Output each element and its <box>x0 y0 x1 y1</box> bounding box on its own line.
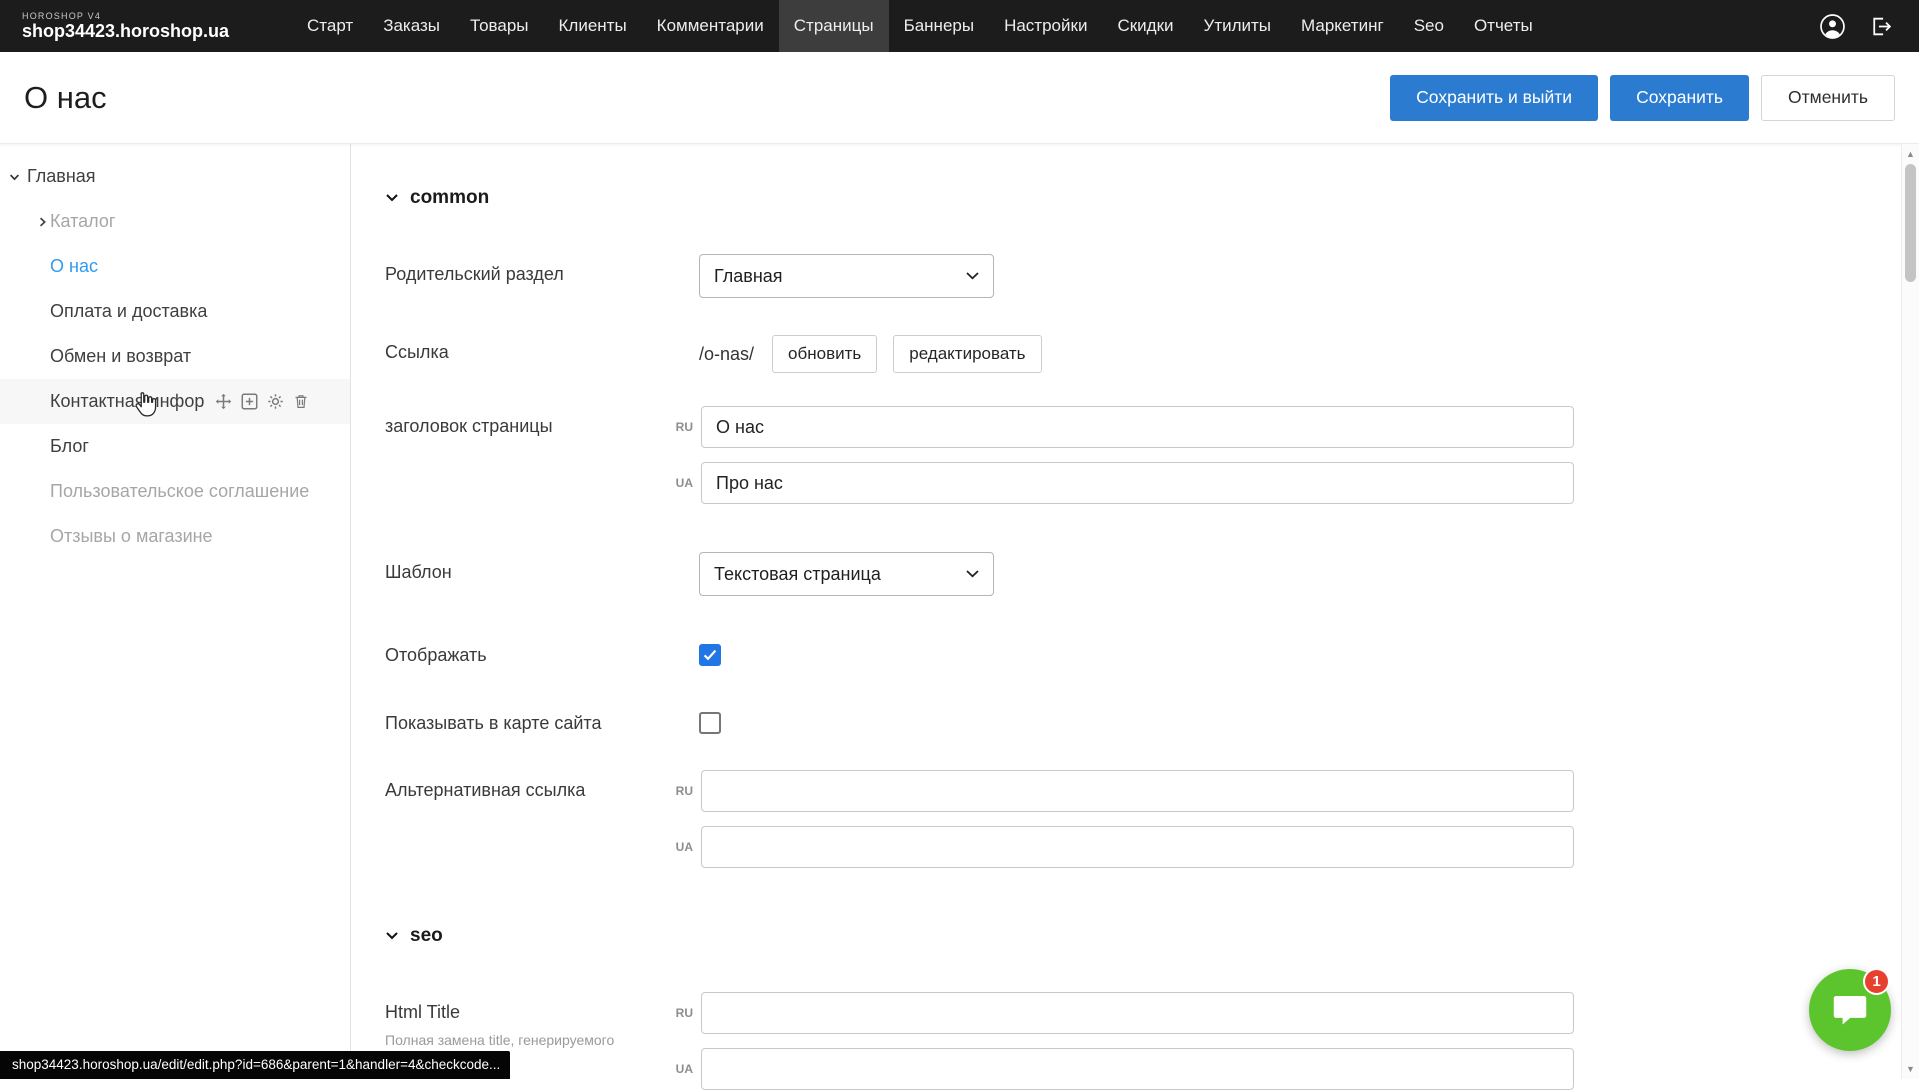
lang-tag-ua: UA <box>669 476 693 490</box>
html-title-hint: Полная замена title, генерируемого <box>385 1032 669 1049</box>
nav-item-discounts[interactable]: Скидки <box>1102 0 1188 52</box>
template-row: Шаблон Текстовая страница <box>385 552 1919 596</box>
save-and-exit-button[interactable]: Сохранить и выйти <box>1390 75 1598 121</box>
template-label: Шаблон <box>385 552 699 583</box>
nav-item-reports[interactable]: Отчеты <box>1459 0 1548 52</box>
refresh-link-button[interactable]: обновить <box>772 335 877 373</box>
section-header-seo[interactable]: seo <box>385 924 1919 948</box>
alt-link-ru-input[interactable] <box>701 770 1574 812</box>
tree-item-katalog[interactable]: Каталог <box>0 199 350 244</box>
link-path: /o-nas/ <box>699 344 754 365</box>
page-title-ua-input[interactable] <box>701 462 1574 504</box>
content-area: Главная Каталог О нас Оплата и доставка … <box>0 144 1919 1079</box>
chat-bubble-icon <box>1830 992 1870 1029</box>
tree-item-kontaktnaya[interactable]: Контактная инфор <box>0 379 350 424</box>
tree-item-oplata[interactable]: Оплата и доставка <box>0 289 350 334</box>
html-title-ua-input[interactable] <box>701 1048 1574 1090</box>
page-title: О нас <box>24 80 107 116</box>
nav-item-settings[interactable]: Настройки <box>989 0 1102 52</box>
tree-item-polzovatelskoe[interactable]: Пользовательское соглашение <box>0 469 350 514</box>
alt-link-label: Альтернативная ссылка <box>385 770 669 801</box>
chevron-down-icon <box>385 193 399 203</box>
sitemap-checkbox[interactable] <box>699 712 721 734</box>
chevron-right-icon[interactable] <box>36 215 49 228</box>
save-button[interactable]: Сохранить <box>1610 75 1749 121</box>
pages-tree-sidebar: Главная Каталог О нас Оплата и доставка … <box>0 144 351 1079</box>
sitemap-row: Показывать в карте сайта <box>385 712 1919 734</box>
lang-tag-ua: UA <box>669 840 693 854</box>
lang-tag-ua: UA <box>669 1062 693 1076</box>
settings-gear-icon[interactable] <box>267 393 284 410</box>
chevron-down-icon[interactable] <box>8 170 21 183</box>
chat-launcher-button[interactable]: 1 <box>1809 969 1891 1051</box>
html-title-row: Html Title Полная замена title, генериру… <box>385 992 1919 1090</box>
page-title-row: заголовок страницы RU UA <box>385 406 1919 504</box>
nav-item-clients[interactable]: Клиенты <box>544 0 642 52</box>
edit-link-button[interactable]: редактировать <box>893 335 1041 373</box>
chat-unread-badge: 1 <box>1863 968 1890 995</box>
chevron-down-icon <box>966 272 979 280</box>
display-row: Отображать <box>385 644 1919 666</box>
html-title-ru-input[interactable] <box>701 992 1574 1034</box>
scroll-down-arrow[interactable]: ▼ <box>1902 1061 1919 1077</box>
brand-version: HOROSHOP V4 <box>22 11 292 21</box>
delete-trash-icon[interactable] <box>293 393 309 410</box>
cancel-button[interactable]: Отменить <box>1761 75 1895 121</box>
scrollbar-thumb[interactable] <box>1905 164 1916 282</box>
alt-link-row: Альтернативная ссылка RU UA <box>385 770 1919 868</box>
brand-logo[interactable]: HOROSHOP V4 shop34423.horoshop.ua <box>0 0 292 52</box>
tree-item-blog[interactable]: Блог <box>0 424 350 469</box>
nav-item-marketing[interactable]: Маркетинг <box>1286 0 1399 52</box>
nav-item-utilities[interactable]: Утилиты <box>1189 0 1287 52</box>
nav-item-start[interactable]: Старт <box>292 0 368 52</box>
tree-item-otzyvy[interactable]: Отзывы о магазине <box>0 514 350 559</box>
nav-item-banners[interactable]: Баннеры <box>889 0 990 52</box>
page-edit-form: common Родительский раздел Главная Ссылк… <box>351 144 1919 1079</box>
html-title-label: Html Title Полная замена title, генериру… <box>385 992 669 1049</box>
tree-item-o-nas[interactable]: О нас <box>0 244 350 289</box>
display-checkbox[interactable] <box>699 644 721 666</box>
lang-tag-ru: RU <box>669 1006 693 1020</box>
page-title-label: заголовок страницы <box>385 406 669 437</box>
vertical-scrollbar[interactable]: ▲ ▼ <box>1901 144 1919 1079</box>
nav-item-products[interactable]: Товары <box>455 0 543 52</box>
parent-section-row: Родительский раздел Главная <box>385 254 1919 298</box>
brand-domain: shop34423.horoshop.ua <box>22 21 292 42</box>
sitemap-label: Показывать в карте сайта <box>385 713 699 734</box>
tree-item-glavnaya[interactable]: Главная <box>0 154 350 199</box>
chevron-down-icon <box>966 570 979 578</box>
nav-item-seo[interactable]: Seo <box>1399 0 1459 52</box>
nav-item-pages[interactable]: Страницы <box>779 0 889 52</box>
status-link-preview: shop34423.horoshop.ua/edit/edit.php?id=6… <box>0 1051 510 1079</box>
lang-tag-ru: RU <box>669 420 693 434</box>
section-header-common[interactable]: common <box>385 186 1919 210</box>
add-page-icon[interactable] <box>241 393 258 410</box>
link-label: Ссылка <box>385 332 699 363</box>
page-header: О нас Сохранить и выйти Сохранить Отмени… <box>0 52 1919 144</box>
lang-tag-ru: RU <box>669 784 693 798</box>
alt-link-ua-input[interactable] <box>701 826 1574 868</box>
template-select[interactable]: Текстовая страница <box>699 552 994 596</box>
logout-icon[interactable] <box>1868 14 1893 39</box>
parent-section-label: Родительский раздел <box>385 254 699 285</box>
top-nav-menu: Старт Заказы Товары Клиенты Комментарии … <box>292 0 1548 52</box>
parent-section-select[interactable]: Главная <box>699 254 994 298</box>
display-label: Отображать <box>385 645 699 666</box>
nav-item-comments[interactable]: Комментарии <box>642 0 779 52</box>
account-icon[interactable] <box>1819 13 1846 40</box>
scroll-up-arrow[interactable]: ▲ <box>1902 146 1919 162</box>
chevron-down-icon <box>385 931 399 941</box>
top-nav-bar: HOROSHOP V4 shop34423.horoshop.ua Старт … <box>0 0 1919 52</box>
page-title-ru-input[interactable] <box>701 406 1574 448</box>
link-row: Ссылка /o-nas/ обновить редактировать <box>385 332 1919 373</box>
move-icon[interactable] <box>215 393 232 410</box>
nav-item-orders[interactable]: Заказы <box>368 0 455 52</box>
tree-item-obmen[interactable]: Обмен и возврат <box>0 334 350 379</box>
